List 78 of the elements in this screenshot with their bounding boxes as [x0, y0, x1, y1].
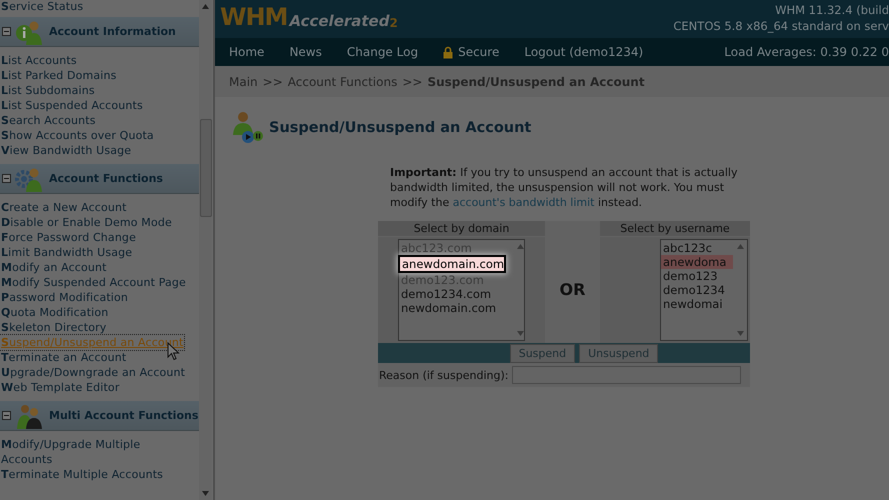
sidebar-link[interactable]: List Suspended Accounts	[0, 98, 199, 113]
sidebar-link[interactable]: View Bandwidth Usage	[0, 143, 199, 158]
version-text: WHM 11.32.4 (build	[775, 2, 889, 18]
scrollbar[interactable]	[199, 0, 212, 500]
username-option[interactable]: anewdoma	[661, 255, 733, 269]
collapse-icon[interactable]	[2, 411, 11, 420]
sidebar-link[interactable]: Show Accounts over Quota	[0, 128, 199, 143]
page-title: Suspend/Unsuspend an Account	[269, 120, 532, 136]
sidebar-link[interactable]: List Accounts	[0, 53, 199, 68]
action-button[interactable]: Unsuspend	[579, 344, 658, 362]
sidebar-link[interactable]: Upgrade/Downgrade an Account	[0, 365, 199, 380]
sidebar-link[interactable]: Limit Bandwidth Usage	[0, 245, 199, 260]
sidebar-link[interactable]: Web Template Editor	[0, 380, 199, 395]
lock-icon	[443, 46, 454, 58]
scroll-down-icon[interactable]	[202, 491, 209, 496]
section-title: Multi Account Functions	[49, 409, 198, 422]
sidebar-link[interactable]: Force Password Change	[0, 230, 199, 245]
sidebar-link[interactable]: List Parked Domains	[0, 68, 199, 83]
sidebar-link[interactable]: Terminate an Account	[0, 350, 199, 365]
sidebar-link[interactable]: Service Status	[0, 0, 199, 14]
sidebar-link[interactable]: List Subdomains	[0, 83, 199, 98]
section-title: Account Functions	[49, 172, 163, 185]
scroll-down-icon[interactable]	[516, 331, 524, 336]
scroll-thumb[interactable]	[200, 119, 212, 217]
column-header: Select by username	[600, 221, 750, 236]
collapse-icon[interactable]	[2, 174, 11, 183]
sidebar-link[interactable]: Skeleton Directory	[0, 320, 199, 335]
reason-input[interactable]	[512, 366, 742, 384]
sidebar-link[interactable]: Modify Suspended Account Page	[0, 275, 199, 290]
domain-option[interactable]: demo123.com	[399, 273, 516, 287]
column-header: Select by domain	[378, 221, 545, 236]
gear-user-icon	[15, 166, 43, 192]
breadcrumb-item: Account Functions	[288, 74, 398, 88]
breadcrumb-item: Main	[229, 74, 258, 88]
reason-label: Reason (if suspending):	[379, 368, 508, 382]
username-listbox[interactable]: abc123c anewdoma demo123 demo1234 newdomai	[660, 239, 748, 341]
bandwidth-limit-link[interactable]: account's bandwidth limit	[452, 196, 594, 209]
section-header[interactable]: Account Information	[0, 17, 199, 47]
collapse-icon[interactable]	[2, 27, 11, 36]
users-icon	[15, 402, 43, 428]
sidebar-link[interactable]: Terminate Multiple Accounts	[0, 467, 199, 482]
sidebar-link[interactable]: Search Accounts	[0, 113, 199, 128]
domain-listbox[interactable]: abc123.com anewdomain.com demo123.com demo1234.com newdomain.com	[398, 239, 525, 341]
domain-option[interactable]: demo1234.com	[399, 287, 516, 301]
breadcrumb-item: >>	[402, 74, 422, 88]
nav-link[interactable]: Home	[229, 45, 264, 59]
load-averages: Load Averages: 0.39 0.22 0	[724, 45, 889, 59]
username-option[interactable]: newdomai	[661, 297, 733, 311]
nav-link[interactable]: News	[289, 45, 322, 59]
user-play-pause-icon	[233, 111, 263, 145]
nav-link[interactable]: Secure	[458, 45, 500, 59]
notice-text: Important: If you try to unsuspend an account that is actually bandwidth limited, the unsuspension will not work. You must modify the account's bandwidth limit instead.	[390, 165, 738, 210]
breadcrumb-current: Suspend/Unsuspend an Account	[427, 74, 645, 88]
action-button[interactable]: Suspend	[510, 344, 576, 362]
or-separator: OR	[558, 278, 586, 300]
sidebar-link[interactable]: Password Modification	[0, 290, 199, 305]
domain-option[interactable]: abc123.com	[399, 241, 516, 255]
domain-option[interactable]: newdomain.com	[399, 301, 516, 315]
username-option[interactable]: abc123c	[661, 241, 733, 255]
username-option[interactable]: demo123	[661, 269, 733, 283]
sidebar-link[interactable]: Quota Modification	[0, 305, 199, 320]
nav-link[interactable]: Logout (demo1234)	[524, 45, 644, 59]
section-header[interactable]: Multi Account Functions	[0, 401, 199, 431]
sidebar-link[interactable]: Modify an Account	[0, 260, 199, 275]
section-title: Account Information	[49, 25, 176, 38]
domain-option[interactable]: anewdomain.com	[400, 257, 504, 271]
username-option[interactable]: demo1234	[661, 283, 733, 297]
scroll-down-icon[interactable]	[736, 331, 744, 336]
section-header[interactable]: Account Functions	[0, 164, 199, 194]
server-text: CENTOS 5.8 x86_64 standard on serv	[673, 18, 889, 34]
scroll-up-icon[interactable]	[202, 4, 209, 9]
breadcrumb-item: >>	[262, 74, 283, 88]
scroll-up-icon[interactable]	[516, 244, 524, 249]
scroll-up-icon[interactable]	[736, 244, 744, 249]
sidebar-link[interactable]: Disable or Enable Demo Mode	[0, 215, 199, 230]
nav-link[interactable]: Change Log	[346, 45, 418, 59]
info-user-icon	[15, 18, 43, 44]
sidebar-link[interactable]: Create a New Account	[0, 200, 199, 215]
